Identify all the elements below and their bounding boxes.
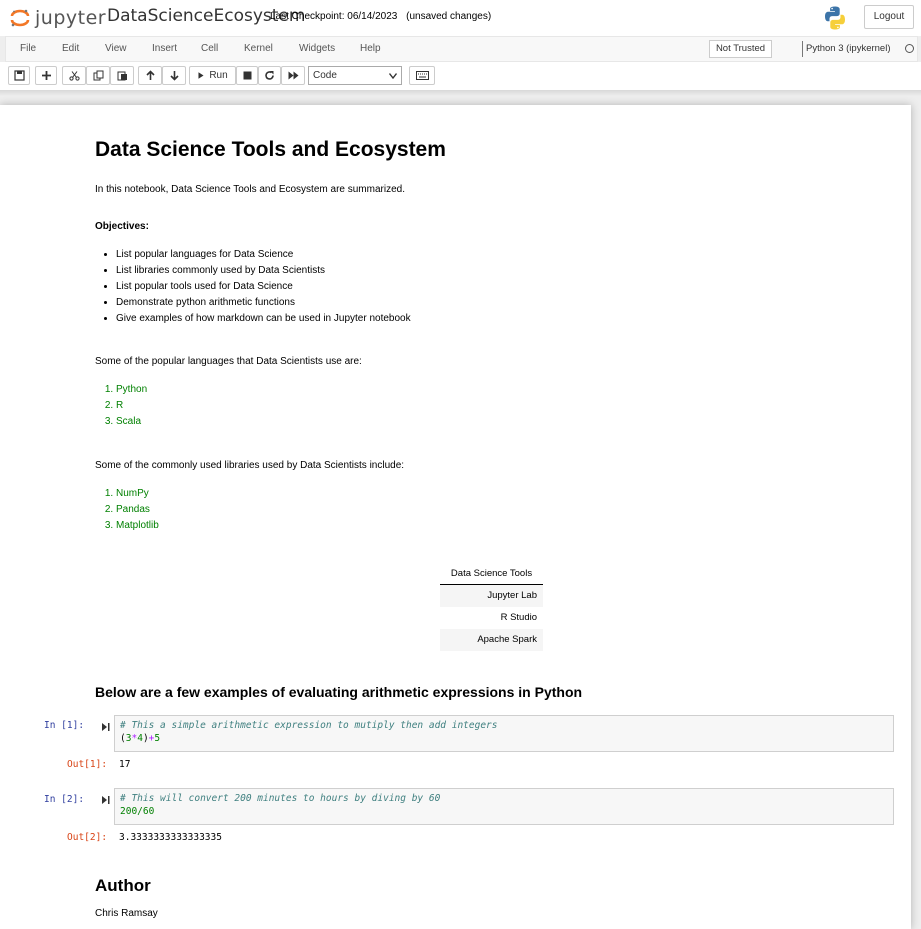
menu-view[interactable]: View bbox=[105, 43, 127, 54]
menu-kernel[interactable]: Kernel bbox=[244, 43, 273, 54]
notebook-page: Data Science Tools and Ecosystem In this… bbox=[0, 105, 911, 929]
kernel-name[interactable]: Python 3 (ipykernel) bbox=[806, 43, 890, 54]
checkpoint-text: Last Checkpoint: 06/14/2023 bbox=[270, 11, 398, 22]
kernel-divider bbox=[802, 41, 803, 57]
menu-insert[interactable]: Insert bbox=[152, 43, 177, 54]
run-cell-icon[interactable] bbox=[101, 722, 110, 732]
tools-table: Data Science Tools Jupyter Lab R Studio … bbox=[440, 563, 543, 651]
scissors-icon bbox=[68, 71, 80, 81]
list-item: R bbox=[116, 398, 147, 414]
jupyter-logo-text: jupyter bbox=[35, 7, 107, 29]
libraries-intro: Some of the commonly used libraries used… bbox=[95, 460, 405, 471]
notebook-heading: Data Science Tools and Ecosystem bbox=[95, 138, 446, 161]
input-prompt: In [1]: bbox=[44, 720, 85, 731]
interrupt-button[interactable] bbox=[236, 66, 258, 85]
chevron-down-icon bbox=[389, 73, 397, 79]
kernel-idle-icon bbox=[905, 44, 914, 53]
python-logo-icon bbox=[825, 6, 845, 30]
menu-cell[interactable]: Cell bbox=[201, 43, 218, 54]
not-trusted-button[interactable]: Not Trusted bbox=[709, 40, 772, 58]
save-button[interactable] bbox=[8, 66, 30, 85]
table-row: Jupyter Lab bbox=[440, 585, 543, 607]
paste-icon bbox=[117, 71, 127, 81]
move-down-button[interactable] bbox=[162, 66, 186, 85]
refresh-icon bbox=[265, 71, 274, 80]
save-status: (unsaved changes) bbox=[406, 11, 492, 22]
list-item: Python bbox=[116, 382, 147, 398]
checkpoint-status: Last Checkpoint: 06/14/2023 (unsaved cha… bbox=[270, 11, 491, 22]
cell-output: 3.3333333333333335 bbox=[119, 832, 222, 843]
list-item: Give examples of how markdown can be use… bbox=[116, 311, 411, 327]
list-item: List popular tools used for Data Science bbox=[116, 279, 411, 295]
intro-text: In this notebook, Data Science Tools and… bbox=[95, 184, 405, 195]
input-prompt: In [2]: bbox=[44, 794, 85, 805]
copy-icon bbox=[93, 70, 103, 81]
jupyter-logo-icon bbox=[10, 9, 30, 27]
cell-output: 17 bbox=[119, 759, 131, 770]
logout-button[interactable]: Logout bbox=[864, 5, 914, 29]
author-name: Chris Ramsay bbox=[95, 908, 158, 919]
code-input[interactable]: # This a simple arithmetic expression to… bbox=[114, 715, 894, 752]
restart-run-all-button[interactable] bbox=[281, 66, 305, 85]
jupyter-logo[interactable]: jupyter bbox=[10, 7, 106, 29]
output-prompt: Out[2]: bbox=[67, 832, 108, 843]
languages-intro: Some of the popular languages that Data … bbox=[95, 356, 362, 367]
insert-cell-button[interactable] bbox=[35, 66, 57, 85]
author-heading: Author bbox=[95, 876, 151, 895]
code-line: (3*4)+5 bbox=[120, 733, 161, 744]
run-cell-icon[interactable] bbox=[101, 795, 110, 805]
cell-type-select[interactable]: Code bbox=[308, 66, 402, 85]
cut-button[interactable] bbox=[62, 66, 86, 85]
list-item: NumPy bbox=[116, 486, 159, 502]
fast-forward-icon bbox=[288, 71, 298, 80]
run-label: Run bbox=[209, 70, 228, 81]
cell-type-value: Code bbox=[313, 70, 337, 81]
list-item: Pandas bbox=[116, 502, 159, 518]
table-row: R Studio bbox=[500, 612, 537, 623]
menu-file[interactable]: File bbox=[20, 43, 36, 54]
list-item: Demonstrate python arithmetic functions bbox=[116, 295, 411, 311]
list-item: List popular languages for Data Science bbox=[116, 247, 411, 263]
menu-help[interactable]: Help bbox=[360, 43, 381, 54]
languages-list: Python R Scala bbox=[95, 382, 147, 430]
table-header: Data Science Tools bbox=[440, 563, 543, 585]
arrow-up-icon bbox=[145, 70, 155, 80]
code-comment: # This will convert 200 minutes to hours… bbox=[120, 793, 441, 804]
list-item: Scala bbox=[116, 414, 147, 430]
code-input[interactable]: # This will convert 200 minutes to hours… bbox=[114, 788, 894, 825]
code-comment: # This a simple arithmetic expression to… bbox=[120, 720, 498, 731]
restart-button[interactable] bbox=[258, 66, 281, 85]
command-palette-button[interactable] bbox=[409, 66, 435, 85]
keyboard-icon bbox=[415, 71, 429, 80]
paste-button[interactable] bbox=[110, 66, 134, 85]
output-prompt: Out[1]: bbox=[67, 759, 108, 770]
list-item: List libraries commonly used by Data Sci… bbox=[116, 263, 411, 279]
toolbar: Run Code bbox=[0, 62, 921, 90]
menu-edit[interactable]: Edit bbox=[62, 43, 79, 54]
examples-heading: Below are a few examples of evaluating a… bbox=[95, 684, 583, 700]
libraries-list: NumPy Pandas Matplotlib bbox=[95, 486, 159, 534]
table-row: Apache Spark bbox=[440, 629, 543, 651]
save-icon bbox=[13, 70, 25, 81]
plus-icon bbox=[41, 71, 51, 80]
move-up-button[interactable] bbox=[138, 66, 162, 85]
arrow-down-icon bbox=[169, 71, 179, 81]
copy-button[interactable] bbox=[86, 66, 110, 85]
play-icon bbox=[198, 72, 204, 79]
objectives-label: Objectives: bbox=[95, 221, 149, 232]
code-line: 200/60 bbox=[120, 806, 155, 817]
menubar: File Edit View Insert Cell Kernel Widget… bbox=[5, 36, 918, 62]
stop-icon bbox=[243, 71, 251, 80]
toolbar-shadow bbox=[0, 90, 921, 96]
menu-widgets[interactable]: Widgets bbox=[299, 43, 335, 54]
run-button[interactable]: Run bbox=[189, 66, 236, 85]
objectives-list: List popular languages for Data Science … bbox=[95, 247, 411, 327]
notebook-header: jupyter DataScienceEcosystem Last Checkp… bbox=[0, 0, 921, 36]
list-item: Matplotlib bbox=[116, 518, 159, 534]
